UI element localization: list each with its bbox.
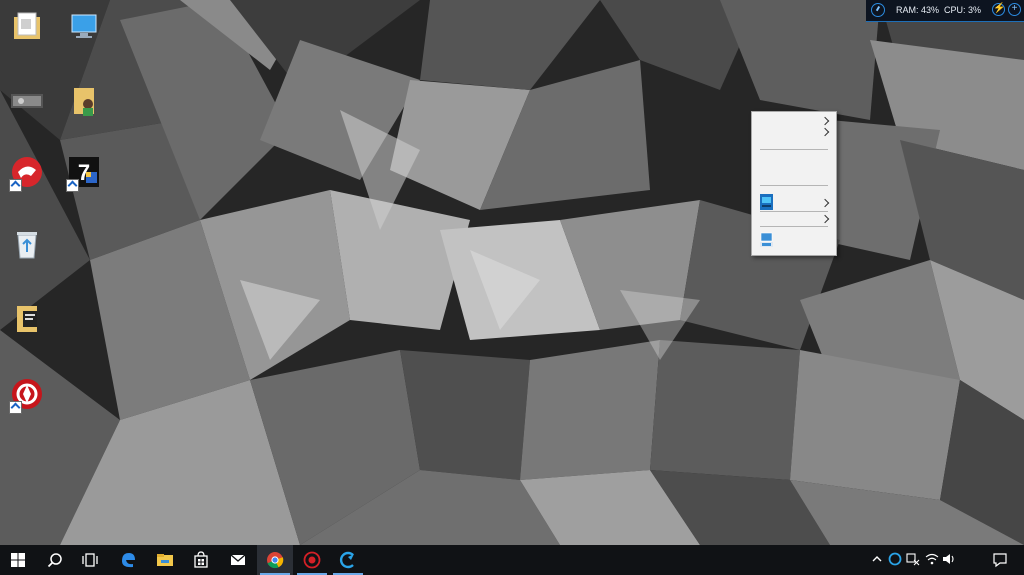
ccleaner-button[interactable]	[330, 545, 366, 575]
speed-boost-icon[interactable]: ⚡	[992, 3, 1005, 16]
menu-separator	[760, 149, 828, 150]
chevron-right-icon	[820, 198, 830, 208]
game-booster-button[interactable]	[294, 545, 330, 575]
plus-icon[interactable]: +	[1008, 3, 1021, 16]
wifi-icon[interactable]	[925, 552, 939, 566]
windows-logo-icon	[11, 553, 25, 567]
this-pc-icon[interactable]	[62, 5, 106, 49]
ccleaner-icon	[339, 551, 354, 569]
action-center-icon[interactable]	[992, 552, 1008, 568]
chrome-button[interactable]	[257, 545, 293, 575]
game-booster-shortcut-icon[interactable]	[5, 372, 49, 416]
notes-folder-icon[interactable]	[5, 296, 49, 340]
chevron-up-icon[interactable]	[870, 552, 884, 566]
task-view-button[interactable]	[72, 545, 108, 575]
ram-usage: RAM: 43%	[896, 5, 940, 15]
menu-item-display-settings[interactable]	[752, 232, 836, 249]
task-view-icon	[82, 553, 98, 567]
search-icon	[47, 553, 62, 568]
chevron-right-icon	[820, 214, 830, 224]
recycle-bin-icon[interactable]	[5, 222, 49, 266]
app-tray-icon[interactable]	[888, 552, 902, 566]
7zip-shortcut-icon[interactable]: 7	[62, 150, 106, 194]
cpu-usage: CPU: 3%	[944, 5, 982, 15]
chevron-right-icon	[820, 116, 830, 126]
volume-icon[interactable]	[942, 552, 956, 566]
taskbar	[0, 545, 1024, 575]
store-bag-icon	[194, 551, 208, 568]
mail-icon	[230, 554, 246, 565]
game-booster-icon	[303, 551, 321, 569]
menu-item-graphics-options[interactable]	[752, 194, 836, 211]
gauge-icon[interactable]	[871, 3, 885, 17]
menu-separator	[760, 226, 828, 227]
chevron-right-icon	[820, 127, 830, 137]
display-graphics-icon	[760, 194, 773, 210]
search-button[interactable]	[37, 545, 73, 575]
menu-separator	[760, 185, 828, 186]
folder-icon	[157, 554, 173, 566]
edge-icon	[122, 553, 135, 568]
store-button[interactable]	[183, 545, 219, 575]
photo-thumbnail-icon[interactable]	[5, 78, 49, 122]
desktop-wallpaper	[0, 0, 1024, 545]
menu-item-paste[interactable]	[752, 159, 836, 172]
documents-folder-icon[interactable]	[5, 5, 49, 49]
edge-button[interactable]	[110, 545, 146, 575]
antivirus-shortcut-icon[interactable]	[5, 150, 49, 194]
display-settings-icon	[760, 232, 773, 247]
system-monitor-widget: RAM: 43% CPU: 3% ⚡ +	[866, 0, 1024, 22]
menu-separator	[760, 211, 828, 212]
chrome-icon	[267, 552, 284, 569]
mail-button[interactable]	[220, 545, 256, 575]
file-explorer-button[interactable]	[147, 545, 183, 575]
user-folder-icon[interactable]	[62, 78, 106, 122]
ime-icon[interactable]	[906, 552, 920, 566]
desktop-context-menu	[751, 111, 837, 256]
start-button[interactable]	[0, 545, 36, 575]
